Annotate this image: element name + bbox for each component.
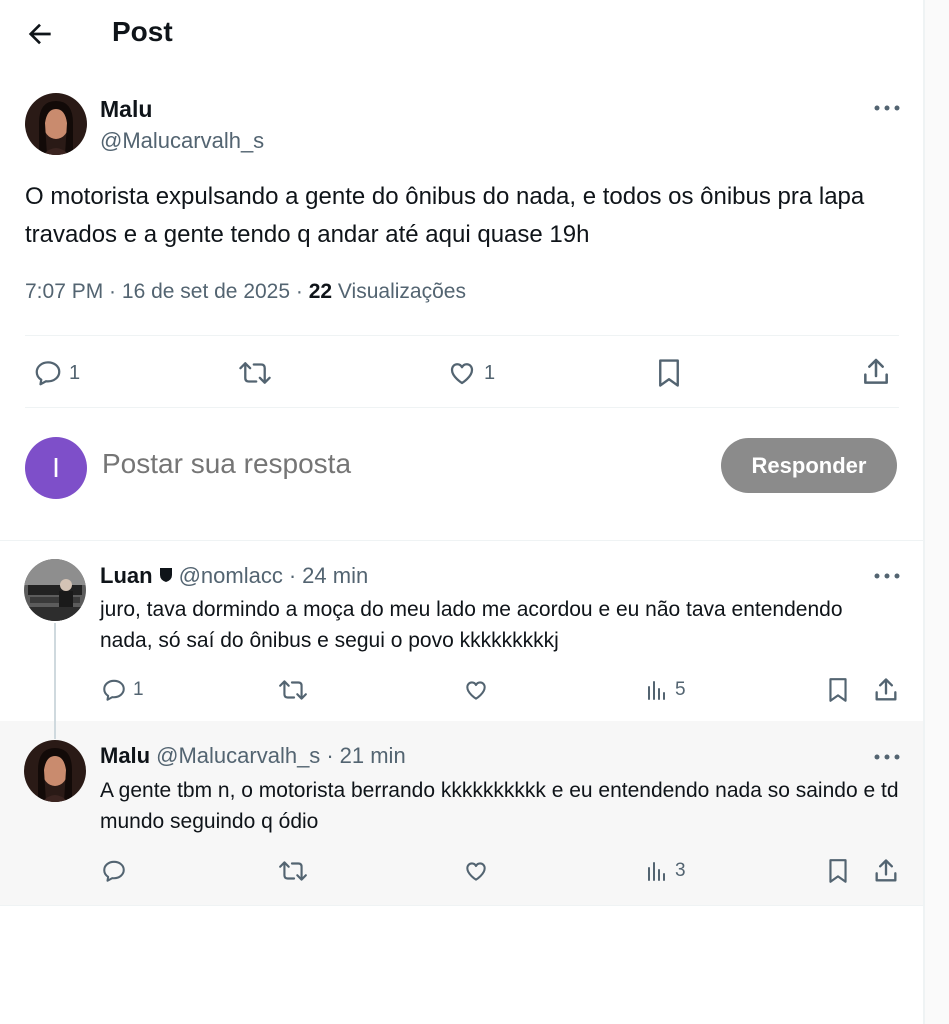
post-time[interactable]: 7:07 PM <box>25 280 103 303</box>
thread-line <box>54 623 56 721</box>
share-icon <box>872 676 900 704</box>
author-name[interactable]: Malu <box>100 743 150 769</box>
reply-text: juro, tava dormindo a moça do meu lado m… <box>100 598 843 652</box>
more-icon[interactable] <box>873 101 901 113</box>
back-arrow-icon[interactable] <box>24 18 56 50</box>
views-count: 22 <box>308 280 333 303</box>
avatar[interactable] <box>24 559 86 621</box>
reply-button[interactable] <box>101 858 133 884</box>
reply-header: Malu @Malucarvalh_s · 21 min <box>100 743 406 769</box>
repost-button[interactable] <box>278 858 308 884</box>
shield-badge-icon <box>159 563 173 589</box>
more-icon[interactable] <box>873 750 901 762</box>
reply-item[interactable]: Malu @Malucarvalh_s · 21 min A gente tbm… <box>0 721 923 905</box>
views-button[interactable]: 5 <box>645 677 686 703</box>
divider <box>0 905 923 906</box>
like-icon <box>462 858 490 884</box>
reply-input[interactable] <box>102 448 662 480</box>
repost-icon <box>278 858 308 884</box>
bookmark-icon <box>654 356 684 390</box>
reply-icon <box>33 358 63 388</box>
share-icon <box>860 356 892 388</box>
like-icon <box>446 358 478 388</box>
reply-button[interactable]: 1 <box>33 358 80 388</box>
reply-icon <box>101 677 127 703</box>
share-button[interactable] <box>860 356 892 388</box>
share-button[interactable] <box>872 676 900 704</box>
views-icon <box>645 858 669 884</box>
author-name[interactable]: Luan <box>100 563 153 589</box>
compose-avatar[interactable]: I <box>25 437 87 499</box>
bookmark-icon <box>825 857 851 885</box>
window-edge <box>925 0 949 1024</box>
views-button[interactable]: 3 <box>645 858 686 884</box>
bookmark-button[interactable] <box>825 676 851 704</box>
share-icon <box>872 857 900 885</box>
post-meta: 7:07 PM · 16 de set de 2025 · 22 Visuali… <box>25 280 466 303</box>
author-name[interactable]: Malu <box>100 96 152 123</box>
post-text: O motorista expulsando a gente do ônibus… <box>25 183 865 248</box>
reply-submit-button[interactable]: Responder <box>721 438 897 493</box>
more-icon[interactable] <box>873 569 901 581</box>
repost-button[interactable] <box>238 358 278 388</box>
like-button[interactable] <box>462 858 490 884</box>
repost-icon <box>238 358 272 388</box>
repost-icon <box>278 677 308 703</box>
post-page: Post Malu @Malucarvalh_s O motorista exp… <box>0 0 923 1024</box>
reply-time[interactable]: 21 min <box>340 743 406 769</box>
views-label: Visualizações <box>337 280 466 303</box>
bookmark-button[interactable] <box>825 857 851 885</box>
bookmark-button[interactable] <box>654 356 684 390</box>
avatar[interactable] <box>25 93 87 155</box>
reply-button[interactable]: 1 <box>101 677 144 703</box>
views-icon <box>645 677 669 703</box>
views-count: 5 <box>675 679 686 700</box>
divider <box>25 335 899 336</box>
bookmark-icon <box>825 676 851 704</box>
author-handle[interactable]: @nomlacc <box>179 563 283 589</box>
reply-time[interactable]: 24 min <box>302 563 368 589</box>
reply-icon <box>101 858 127 884</box>
like-button[interactable] <box>462 677 490 703</box>
like-icon <box>462 677 490 703</box>
reply-count: 1 <box>69 361 81 384</box>
post-date[interactable]: 16 de set de 2025 <box>122 280 290 303</box>
page-title: Post <box>112 16 173 47</box>
reply-header: Luan @nomlacc · 24 min <box>100 563 369 589</box>
thread-line <box>54 721 56 739</box>
author-handle[interactable]: @Malucarvalh_s <box>156 743 320 769</box>
repost-button[interactable] <box>278 677 308 703</box>
like-button[interactable]: 1 <box>446 358 495 388</box>
like-count: 1 <box>484 361 496 384</box>
avatar[interactable] <box>24 740 86 802</box>
views-count: 3 <box>675 860 686 881</box>
divider <box>25 407 899 408</box>
share-button[interactable] <box>872 857 900 885</box>
reply-count: 1 <box>133 679 144 700</box>
author-handle[interactable]: @Malucarvalh_s <box>100 128 264 154</box>
reply-item[interactable]: Luan @nomlacc · 24 min juro, tava dormin… <box>0 541 923 721</box>
reply-text: A gente tbm n, o motorista berrando kkkk… <box>100 779 899 833</box>
